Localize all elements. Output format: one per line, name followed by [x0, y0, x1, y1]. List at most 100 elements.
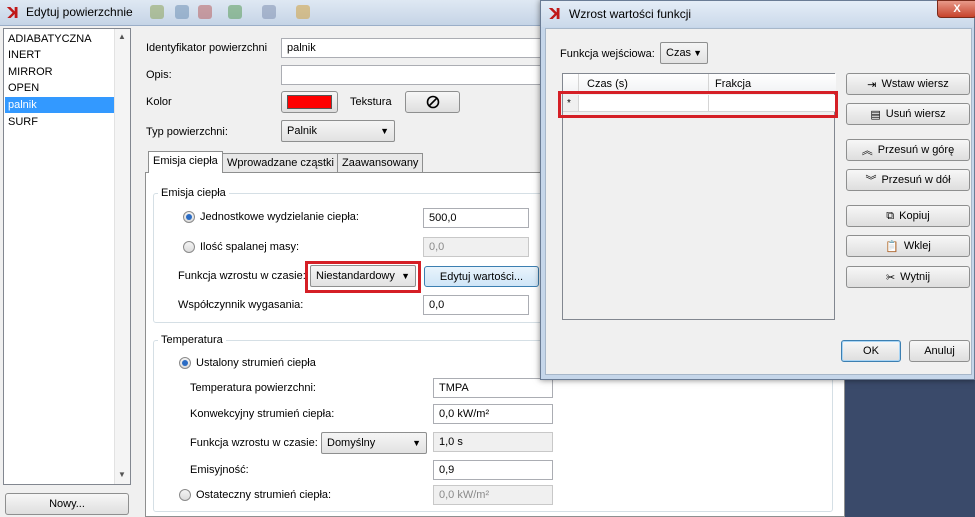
copy-label: Kopiuj — [899, 210, 930, 222]
paste-label: Wklej — [903, 240, 931, 252]
fixed-flux-label: Ustalony strumień ciepła — [196, 357, 316, 369]
cut-button[interactable]: ✂ Wytnij — [846, 266, 970, 288]
scissors-icon: ✂ — [885, 270, 896, 284]
dialog-title: Wzrost wartości funkcji — [569, 7, 692, 21]
toolbar-icon[interactable] — [228, 5, 242, 19]
scroll-down-icon[interactable]: ▼ — [118, 470, 126, 479]
tab-advanced[interactable]: Zaawansowany — [337, 153, 424, 173]
mass-burn-radio[interactable] — [183, 241, 195, 253]
cancel-button[interactable]: Anuluj — [909, 340, 970, 362]
annotation-highlight — [305, 261, 421, 293]
tab-particles[interactable]: Wprowadzane cząstki — [222, 153, 339, 173]
convective-flux-input[interactable]: 0,0 kW/m² — [433, 404, 553, 424]
input-function-value: Czas — [666, 47, 692, 59]
input-function-select[interactable]: Czas ▼ — [660, 42, 708, 64]
unit-heat-radio[interactable] — [183, 211, 195, 223]
move-up-label: Przesuń w górę — [877, 144, 955, 156]
extinction-input[interactable]: 0,0 — [423, 295, 529, 315]
unit-heat-input[interactable]: 500,0 — [423, 208, 529, 228]
cut-label: Wytnij — [900, 271, 931, 283]
insert-row-icon: ⇥ — [867, 77, 877, 91]
emissivity-input[interactable]: 0,9 — [433, 460, 553, 480]
ramp-values-dialog: ꓘ Wzrost wartości funkcji X Funkcja wejś… — [540, 0, 975, 380]
move-down-label: Przesuń w dół — [881, 174, 951, 186]
surface-temp-label: Temperatura powierzchni: — [190, 382, 316, 394]
list-item-selected[interactable]: palnik — [5, 97, 114, 113]
surface-id-input[interactable]: palnik — [281, 38, 543, 58]
emissivity-label: Emisyjność: — [190, 464, 249, 476]
surface-type-select[interactable]: Palnik ▼ — [281, 120, 395, 142]
paste-button[interactable]: 📋 Wklej — [846, 235, 970, 257]
temp-ramp-value: Domyślny — [327, 437, 376, 449]
list-item[interactable]: MIRROR — [5, 64, 114, 80]
toolbar-icon[interactable] — [296, 5, 310, 19]
column-header-fraction-label: Frakcja — [715, 78, 752, 90]
tab-heat-emission[interactable]: Emisja ciepła — [148, 151, 223, 173]
toolbar-icon[interactable] — [198, 5, 212, 19]
toolbar-icon[interactable] — [150, 5, 164, 19]
copy-button[interactable]: ⧉ Kopiuj — [846, 205, 970, 227]
toolbar-icon[interactable] — [262, 5, 276, 19]
mass-burn-input: 0,0 — [423, 237, 529, 257]
chevron-down-icon: ▼ — [693, 48, 702, 58]
temp-ramp-select[interactable]: Domyślny ▼ — [321, 432, 427, 454]
list-item[interactable]: SURF — [5, 114, 114, 130]
net-flux-label: Ostateczny strumień ciepła: — [196, 489, 332, 501]
move-up-button[interactable]: ︽ Przesuń w górę — [846, 139, 970, 161]
surface-id-label: Identyfikator powierzchni — [146, 42, 268, 54]
dialog-titlebar: ꓘ Wzrost wartości funkcji — [541, 1, 974, 27]
insert-row-label: Wstaw wiersz — [881, 78, 949, 90]
surface-type-label: Typ powierzchni: — [146, 126, 228, 138]
new-surface-button[interactable]: Nowy... — [5, 493, 129, 515]
close-icon[interactable]: X — [937, 0, 975, 18]
description-input[interactable] — [281, 65, 543, 85]
column-header-time-label: Czas (s) — [587, 78, 628, 90]
net-flux-radio[interactable] — [179, 489, 191, 501]
app-logo-icon: ꓘ — [549, 5, 561, 23]
delete-row-icon: ▤ — [870, 107, 881, 121]
move-down-button[interactable]: ︾ Przesuń w dół — [846, 169, 970, 191]
chevron-down-icon: ▼ — [380, 126, 389, 136]
temp-ramp-time-input: 1,0 s — [433, 432, 553, 452]
scroll-up-icon[interactable]: ▲ — [118, 32, 126, 41]
list-item[interactable]: OPEN — [5, 80, 114, 96]
insert-row-button[interactable]: ⇥ Wstaw wiersz — [846, 73, 970, 95]
list-item[interactable]: ADIABATYCZNA — [5, 31, 114, 47]
mass-burn-label: Ilość spalanej masy: — [200, 241, 300, 253]
description-label: Opis: — [146, 69, 172, 81]
temp-ramp-label: Funkcja wzrostu w czasie: — [190, 437, 318, 449]
list-scrollbar[interactable]: ▲ ▼ — [114, 29, 130, 484]
chevron-down-icon: ▼ — [412, 438, 421, 448]
surface-list[interactable]: ADIABATYCZNA INERT MIRROR OPEN palnik SU… — [3, 28, 131, 485]
list-item[interactable]: INERT — [5, 47, 114, 63]
temperature-group-title: Temperatura — [158, 334, 226, 346]
annotation-highlight — [558, 91, 838, 118]
edit-values-button[interactable]: Edytuj wartości... — [424, 266, 539, 287]
extinction-label: Współczynnik wygasania: — [178, 299, 304, 311]
texture-button[interactable] — [405, 91, 460, 113]
surface-temp-input[interactable]: TMPA — [433, 378, 553, 398]
color-picker-button[interactable] — [281, 91, 338, 113]
toolbar-icon[interactable] — [175, 5, 189, 19]
dialog-body: Funkcja wejściowa: Czas ▼ Czas (s) Frakc… — [545, 28, 972, 375]
convective-flux-label: Konwekcyjny strumień ciepła: — [190, 408, 335, 420]
heat-emission-group-title: Emisja ciepła — [158, 187, 229, 199]
color-label: Kolor — [146, 96, 172, 108]
heat-ramp-label: Funkcja wzrostu w czasie: — [178, 270, 306, 282]
net-flux-input: 0,0 kW/m² — [433, 485, 553, 505]
delete-row-button[interactable]: ▤ Usuń wiersz — [846, 103, 970, 125]
color-swatch — [287, 95, 332, 109]
input-function-label: Funkcja wejściowa: — [560, 48, 655, 60]
app-logo-icon: ꓘ — [7, 4, 19, 22]
ok-button[interactable]: OK — [841, 340, 901, 362]
paste-icon: 📋 — [885, 239, 899, 253]
copy-icon: ⧉ — [886, 209, 895, 222]
chevron-up-icon: ︽ — [861, 144, 873, 157]
fixed-flux-radio[interactable] — [179, 357, 191, 369]
texture-label: Tekstura — [350, 96, 392, 108]
no-texture-icon — [426, 95, 439, 109]
unit-heat-label: Jednostkowe wydzielanie ciepła: — [200, 211, 359, 223]
surface-type-value: Palnik — [287, 125, 317, 137]
window-title: Edytuj powierzchnie — [26, 5, 133, 19]
delete-row-label: Usuń wiersz — [885, 108, 946, 120]
